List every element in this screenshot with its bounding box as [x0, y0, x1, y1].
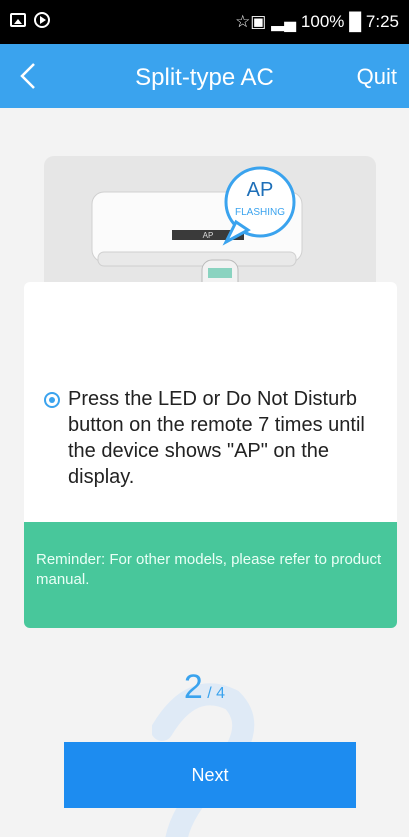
instruction-text: Press the LED or Do Not Disturb button o… [68, 388, 365, 488]
bubble-sub-text: FLASHING [235, 207, 285, 218]
status-right: ☆▣ ▂▄ 100% █ 7:25 [235, 12, 399, 32]
instruction-card: Press the LED or Do Not Disturb button o… [24, 282, 397, 628]
picture-icon [10, 13, 26, 27]
nav-bar: Split-type AC Quit [0, 44, 409, 108]
page-title: Split-type AC [135, 64, 274, 91]
status-left-icons [10, 12, 50, 28]
status-bar: ☆▣ ▂▄ 100% █ 7:25 [0, 0, 409, 44]
reminder-banner: Reminder: For other models, please refer… [24, 522, 397, 628]
radio-selected-icon [44, 392, 60, 408]
next-button[interactable]: Next [64, 742, 356, 808]
ac-display-text: AP [203, 231, 214, 240]
quit-button[interactable]: Quit [357, 64, 397, 90]
step-indicator: 2 / 4 [0, 668, 409, 707]
play-circle-icon [34, 12, 50, 28]
step-total: / 4 [207, 685, 226, 702]
step-current: 2 [183, 668, 203, 706]
status-right-text: ☆▣ ▂▄ 100% █ 7:25 [235, 12, 399, 31]
bubble-main-text: AP [247, 179, 274, 201]
